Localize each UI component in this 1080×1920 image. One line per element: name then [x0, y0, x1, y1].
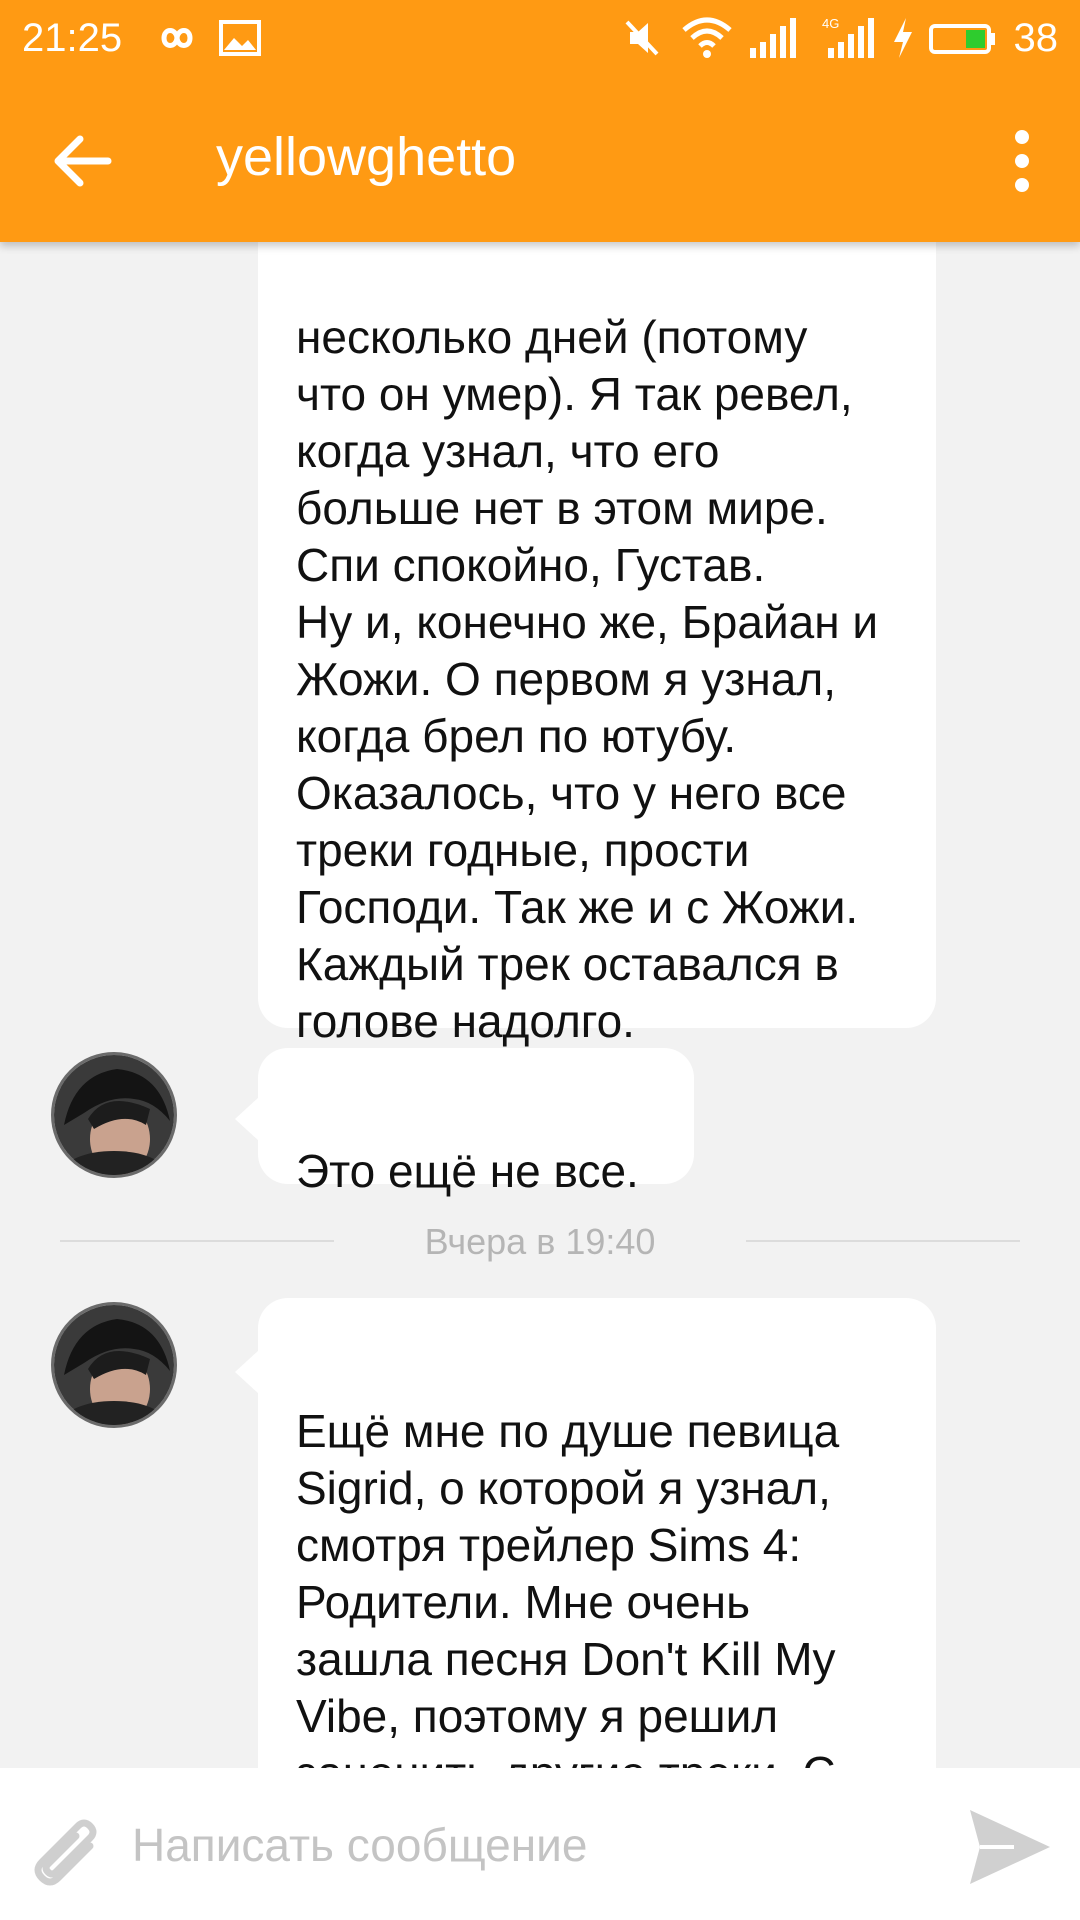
message-text: Это ещё не все. — [296, 1145, 639, 1197]
send-button[interactable] — [964, 1804, 1054, 1890]
signal-4g-icon: 4G — [822, 16, 874, 58]
more-menu-button[interactable] — [992, 121, 1052, 201]
wifi-icon — [682, 17, 732, 58]
bubble-tail — [235, 1097, 259, 1141]
status-time: 21:25 — [22, 16, 123, 60]
avatar-photo — [54, 1055, 174, 1175]
message-bubble[interactable]: Это ещё не все. — [258, 1048, 694, 1197]
avatar-photo — [54, 1305, 174, 1425]
divider-line — [746, 1240, 1020, 1242]
paperclip-icon — [34, 1819, 97, 1886]
app-bar: 21:25 4G 38 yellowghetto — [0, 0, 1080, 242]
send-icon — [970, 1810, 1050, 1884]
arrow-left-icon — [54, 135, 112, 187]
toolbar: yellowghetto — [0, 76, 1080, 242]
attach-button[interactable] — [22, 1804, 112, 1894]
chat-title: yellowghetto — [216, 127, 517, 187]
more-vertical-icon — [1015, 130, 1029, 192]
status-bar: 21:25 4G 38 — [0, 0, 1080, 76]
bubble-tail — [235, 1350, 259, 1394]
svg-text:4G: 4G — [822, 16, 839, 31]
avatar[interactable] — [51, 1302, 177, 1428]
infinity-icon — [161, 28, 193, 48]
signal-icon — [750, 18, 796, 58]
message-input[interactable] — [130, 1798, 934, 1892]
message-list[interactable]: несколько дней (потому что он умер). Я т… — [0, 0, 1080, 1768]
date-separator: Вчера в 19:40 — [424, 1221, 656, 1262]
message-bubble[interactable]: Ещё мне по душе певица Sigrid, о которой… — [258, 1298, 936, 1768]
chat-screen: несколько дней (потому что он умер). Я т… — [0, 0, 1080, 1920]
avatar[interactable] — [51, 1052, 177, 1178]
gallery-icon — [219, 20, 261, 56]
battery-icon — [929, 24, 995, 54]
message-text: несколько дней (потому что он умер). Я т… — [296, 311, 879, 1047]
message-composer — [0, 1768, 1080, 1920]
back-button[interactable] — [40, 121, 120, 201]
message-text: Ещё мне по душе певица Sigrid, о которой… — [296, 1405, 840, 1768]
message-bubble[interactable]: несколько дней (потому что он умер). Я т… — [258, 190, 936, 1047]
charging-icon — [894, 18, 912, 58]
battery-percent: 38 — [1013, 16, 1059, 60]
mute-icon — [625, 20, 659, 56]
